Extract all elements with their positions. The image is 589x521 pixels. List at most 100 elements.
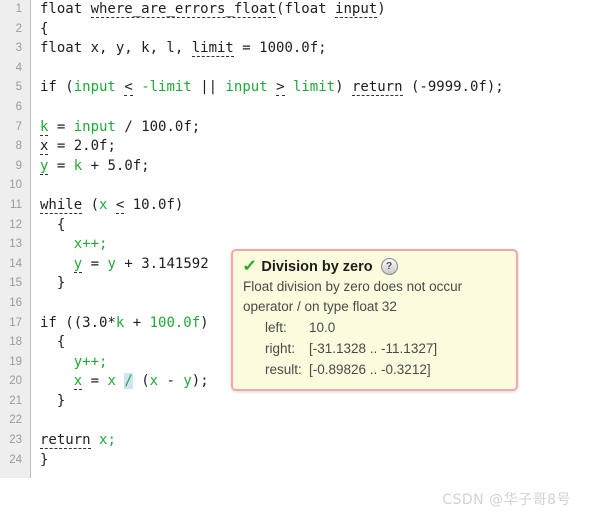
code-text: x = x / (x - y); xyxy=(40,372,209,392)
code-lines-container[interactable]: 1 float where_are_errors_float(float inpu… xyxy=(0,0,589,470)
code-token: -limit xyxy=(141,79,192,96)
code-token: input xyxy=(73,79,116,96)
code-line[interactable]: 1 float where_are_errors_float(float inpu… xyxy=(0,0,589,20)
code-token: y xyxy=(73,255,83,273)
code-token: { xyxy=(40,216,66,233)
code-line[interactable]: 3 float x, y, k, l, limit = 1000.0f; xyxy=(0,39,589,59)
line-number: 14 xyxy=(9,257,22,270)
tooltip-title: Division by zero xyxy=(261,258,373,275)
code-token: where_are_errors_float xyxy=(90,1,277,18)
line-number: 10 xyxy=(9,179,22,192)
code-token: } xyxy=(40,451,49,468)
tooltip-header: ✓ Division by zero ? xyxy=(241,257,506,275)
code-editor[interactable]: 1 float where_are_errors_float(float inpu… xyxy=(0,0,589,478)
line-number: 22 xyxy=(9,414,22,427)
tooltip-message-line-2: operator / on type float 32 xyxy=(243,299,397,314)
code-line[interactable]: 22 xyxy=(0,411,589,431)
code-line[interactable]: 12 { xyxy=(0,216,589,236)
code-token: limit xyxy=(191,40,234,58)
code-text: } xyxy=(40,451,48,471)
code-text: if (input < -limit || input > limit) ret… xyxy=(40,78,504,98)
code-text: y = y + 3.141592 xyxy=(40,255,209,275)
help-icon[interactable]: ? xyxy=(380,258,398,275)
code-token: y xyxy=(107,255,116,272)
code-line[interactable]: 23 return x; xyxy=(0,431,589,451)
line-number: 8 xyxy=(15,140,22,153)
code-line[interactable]: 11 while (x < 10.0f) xyxy=(0,196,589,216)
code-token: limit xyxy=(292,79,336,96)
code-line[interactable]: 21 } xyxy=(0,392,589,412)
line-number: 1 xyxy=(15,3,22,15)
line-number: 5 xyxy=(15,81,22,94)
tooltip-row-value: [-31.1328 .. -11.1327] xyxy=(309,341,438,356)
tooltip-row-value: [-0.89826 .. -0.3212] xyxy=(309,362,431,377)
line-number: 19 xyxy=(9,355,22,368)
tooltip-row-value: 10.0 xyxy=(309,320,336,335)
line-number: 11 xyxy=(10,198,22,211)
line-number: 20 xyxy=(9,375,22,388)
line-number: 23 xyxy=(9,434,22,447)
tooltip-value-row: left: 10.0 xyxy=(243,317,506,338)
tooltip-value-row: result: [-0.89826 .. -0.3212] xyxy=(243,359,506,380)
code-line[interactable]: 4 xyxy=(0,59,589,79)
code-text: } xyxy=(40,274,65,294)
code-token: k xyxy=(73,157,83,174)
tooltip-row-label: right: xyxy=(265,341,296,356)
code-token: < xyxy=(124,79,133,97)
code-token: || xyxy=(191,79,226,96)
code-token: float xyxy=(40,1,91,17)
code-token: { xyxy=(40,20,49,37)
code-text: while (x < 10.0f) xyxy=(40,196,183,216)
code-token: 100.0f xyxy=(149,314,201,331)
code-line[interactable]: 5 if (input < -limit || input > limit) re… xyxy=(0,78,589,98)
code-token: } xyxy=(40,392,66,409)
code-line[interactable]: 9 y = k + 5.0f; xyxy=(0,157,589,177)
watermark: CSDN @华子哥8号 xyxy=(442,492,571,508)
code-text: if ((3.0*k + 100.0f) xyxy=(40,314,209,334)
code-text: x++; xyxy=(40,235,108,255)
code-line[interactable]: 7 k = input / 100.0f; xyxy=(0,118,589,138)
code-token: return xyxy=(40,432,91,450)
code-token: ) xyxy=(335,79,352,96)
code-token: 100.0f; xyxy=(141,118,201,135)
code-token: if ((3.0* xyxy=(40,314,116,331)
code-token: input xyxy=(225,79,268,96)
code-token: ( xyxy=(82,196,100,213)
code-token: = xyxy=(48,118,74,135)
check-icon: ✓ xyxy=(241,257,258,275)
code-text: } xyxy=(40,392,65,412)
line-number: 13 xyxy=(9,238,22,251)
code-token: x xyxy=(149,373,159,390)
code-token: x xyxy=(73,373,83,391)
code-token: 10.0f) xyxy=(124,196,184,213)
code-token: = xyxy=(82,255,108,272)
code-line[interactable]: 10 xyxy=(0,176,589,196)
code-token: = 2.0f; xyxy=(48,138,116,155)
code-line[interactable]: 8 x = 2.0f; xyxy=(0,137,589,157)
code-token: = 1000.0f; xyxy=(233,40,327,57)
code-token: ) xyxy=(200,314,209,331)
code-text: float where_are_errors_float(float input… xyxy=(40,0,386,20)
line-number: 2 xyxy=(15,22,22,35)
code-token: ) xyxy=(377,1,386,17)
code-token: = xyxy=(48,157,74,174)
code-token: = xyxy=(82,373,108,390)
tooltip-value-row: right: [-31.1328 .. -11.1327] xyxy=(243,338,506,359)
code-token: { xyxy=(40,334,66,351)
code-text: y = k + 5.0f; xyxy=(40,157,150,177)
line-number: 4 xyxy=(15,61,22,74)
line-number: 3 xyxy=(15,42,22,55)
code-line[interactable]: 6 xyxy=(0,98,589,118)
code-token: ( xyxy=(132,373,150,390)
code-line[interactable]: 24} xyxy=(0,451,589,471)
code-line[interactable]: 2{ xyxy=(0,20,589,40)
code-token: while xyxy=(40,196,83,214)
code-text: y++; xyxy=(40,353,108,373)
code-token: / xyxy=(124,373,133,390)
